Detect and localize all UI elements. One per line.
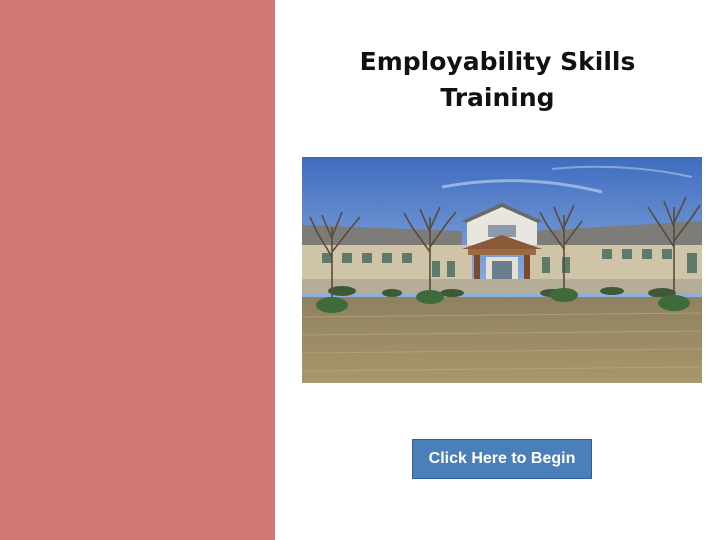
building-photo [302, 157, 702, 383]
slide-content: Employability Skills Training Click Here… [275, 0, 720, 540]
title-line-2: Training [440, 83, 555, 112]
title-line-1: Employability Skills [359, 47, 636, 76]
slide-title: Employability Skills Training [275, 44, 720, 116]
building-photo-icon [302, 157, 702, 383]
begin-button[interactable]: Click Here to Begin [412, 439, 592, 479]
sidebar-panel [0, 0, 275, 540]
